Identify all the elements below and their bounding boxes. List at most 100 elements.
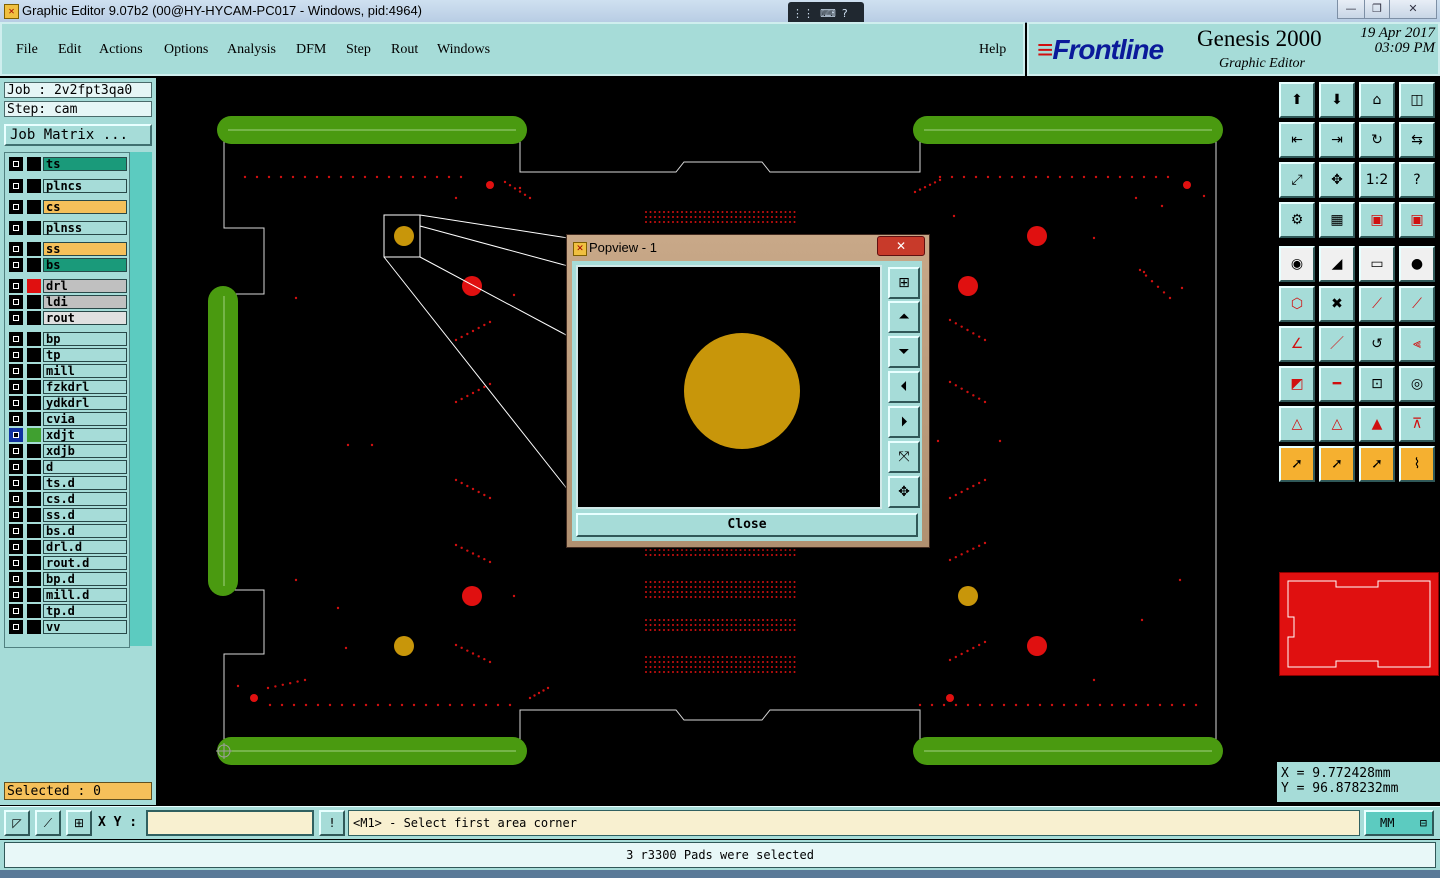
- scale-icon[interactable]: 1:2: [1359, 162, 1395, 198]
- layer-name[interactable]: bp: [43, 332, 127, 346]
- keyboard-icon[interactable]: ⌨: [820, 7, 836, 20]
- layer-color-swatch[interactable]: [27, 332, 41, 346]
- pan-right-icon[interactable]: ⇥: [1319, 122, 1355, 158]
- layer-checkbox[interactable]: [9, 556, 23, 570]
- layer-color-swatch[interactable]: [27, 295, 41, 309]
- layer-checkbox[interactable]: [9, 221, 23, 235]
- select-box-icon[interactable]: ➚: [1319, 446, 1355, 482]
- job-matrix-button[interactable]: Job Matrix ...: [4, 124, 152, 146]
- layer-checkbox[interactable]: [9, 242, 23, 256]
- layer-checkbox[interactable]: [9, 311, 23, 325]
- layer-name[interactable]: xdjb: [43, 444, 127, 458]
- layer-checkbox[interactable]: [9, 460, 23, 474]
- pan-left-icon[interactable]: ⇤: [1279, 122, 1315, 158]
- home-icon[interactable]: ⌂: [1359, 82, 1395, 118]
- layer-checkbox[interactable]: [9, 295, 23, 309]
- close-window-button[interactable]: ✕: [1389, 0, 1437, 19]
- layer-checkbox[interactable]: [9, 348, 23, 362]
- layer-checkbox[interactable]: [9, 524, 23, 538]
- shape-icon[interactable]: ⊼: [1399, 406, 1435, 442]
- layer-color-swatch[interactable]: [27, 311, 41, 325]
- layer-name[interactable]: ldi: [43, 295, 127, 309]
- align-icon[interactable]: ⫷: [1399, 326, 1435, 362]
- line-tool-icon[interactable]: ◢: [1319, 246, 1355, 282]
- zoom-center-icon[interactable]: ✥: [1319, 162, 1355, 198]
- angle-icon[interactable]: ∠: [1279, 326, 1315, 362]
- restore-button[interactable]: ❐: [1364, 0, 1390, 19]
- zoom-in-icon[interactable]: ⤧: [888, 441, 920, 473]
- layer-color-swatch[interactable]: [27, 412, 41, 426]
- layer-color-swatch[interactable]: [27, 258, 41, 272]
- select-area-icon[interactable]: ➚: [1359, 446, 1395, 482]
- window-split-icon[interactable]: ◫: [1399, 82, 1435, 118]
- pan-down-icon[interactable]: ⏷: [888, 336, 920, 368]
- minimize-button[interactable]: —: [1337, 0, 1365, 19]
- layer-name[interactable]: drl.d: [43, 540, 127, 554]
- menu-analysis[interactable]: Analysis: [227, 42, 276, 58]
- layer-checkbox[interactable]: [9, 200, 23, 214]
- layer-checkbox[interactable]: [9, 258, 23, 272]
- layer-color-swatch[interactable]: [27, 588, 41, 602]
- layer-name[interactable]: tp: [43, 348, 127, 362]
- layer-color-swatch[interactable]: [27, 179, 41, 193]
- area-icon[interactable]: ▲: [1359, 406, 1395, 442]
- triangle-icon[interactable]: △: [1279, 406, 1315, 442]
- popview-close-button[interactable]: Close: [576, 513, 918, 537]
- layer-name[interactable]: mill: [43, 364, 127, 378]
- pad-tool-icon[interactable]: ◉: [1279, 246, 1315, 282]
- zoom-fit-icon[interactable]: ⊞: [888, 267, 920, 299]
- layer-color-swatch[interactable]: [27, 476, 41, 490]
- circle-tool-icon[interactable]: ●: [1399, 246, 1435, 282]
- layer-color-swatch[interactable]: [27, 444, 41, 458]
- layer-color-swatch[interactable]: [27, 380, 41, 394]
- menu-windows[interactable]: Windows: [437, 42, 490, 58]
- layer-checkbox[interactable]: [9, 179, 23, 193]
- layer-checkbox[interactable]: [9, 157, 23, 171]
- layer-checkbox[interactable]: [9, 380, 23, 394]
- redraw-icon[interactable]: ↻: [1359, 122, 1395, 158]
- layer-checkbox[interactable]: [9, 364, 23, 378]
- menu-rout[interactable]: Rout: [391, 42, 418, 58]
- layer-color-swatch[interactable]: [27, 540, 41, 554]
- layer-name[interactable]: bs.d: [43, 524, 127, 538]
- layer-name[interactable]: fzkdrl: [43, 380, 127, 394]
- zoom-back-icon[interactable]: ⬇: [1319, 82, 1355, 118]
- move-icon[interactable]: ◩: [1279, 366, 1315, 402]
- layer-color-swatch[interactable]: [27, 492, 41, 506]
- layer-checkbox[interactable]: [9, 588, 23, 602]
- layer-color-swatch[interactable]: [27, 200, 41, 214]
- layer-checkbox[interactable]: [9, 604, 23, 618]
- select-icon[interactable]: ➚: [1279, 446, 1315, 482]
- help-icon[interactable]: ?: [842, 7, 848, 20]
- rotate-icon[interactable]: ↺: [1359, 326, 1395, 362]
- layer-color-swatch[interactable]: [27, 604, 41, 618]
- select-net-icon[interactable]: ⌇: [1399, 446, 1435, 482]
- layer-name[interactable]: mill.d: [43, 588, 127, 602]
- zoom-home-icon[interactable]: ⬆: [1279, 82, 1315, 118]
- zoom-out-icon[interactable]: ✥: [888, 476, 920, 508]
- layer-name[interactable]: rout.d: [43, 556, 127, 570]
- layer-name[interactable]: bs: [43, 258, 127, 272]
- layer-name[interactable]: rout: [43, 311, 127, 325]
- segment-icon[interactable]: ⟋: [1359, 286, 1395, 322]
- layer-color-swatch[interactable]: [27, 508, 41, 522]
- units-selector[interactable]: MM ⊟: [1364, 810, 1434, 836]
- layer-checkbox[interactable]: [9, 396, 23, 410]
- layer-name[interactable]: ts: [43, 157, 127, 171]
- layer-name[interactable]: ss: [43, 242, 127, 256]
- node-icon[interactable]: ⬡: [1279, 286, 1315, 322]
- layer-name[interactable]: xdjt: [43, 428, 127, 442]
- zoom-fit-icon[interactable]: ⤢: [1279, 162, 1315, 198]
- layer-color-swatch[interactable]: [27, 620, 41, 634]
- grid-icon[interactable]: ▦: [1319, 202, 1355, 238]
- layer-checkbox[interactable]: [9, 444, 23, 458]
- snap-mode-icon[interactable]: ◸: [4, 810, 30, 836]
- layer-checkbox[interactable]: [9, 508, 23, 522]
- layer-color-swatch[interactable]: [27, 221, 41, 235]
- menu-file[interactable]: File: [16, 42, 38, 58]
- layer-checkbox[interactable]: [9, 540, 23, 554]
- swap-icon[interactable]: ⇆: [1399, 122, 1435, 158]
- layer-color-swatch[interactable]: [27, 348, 41, 362]
- layer-name[interactable]: plnss: [43, 221, 127, 235]
- layer-checkbox[interactable]: [9, 428, 23, 442]
